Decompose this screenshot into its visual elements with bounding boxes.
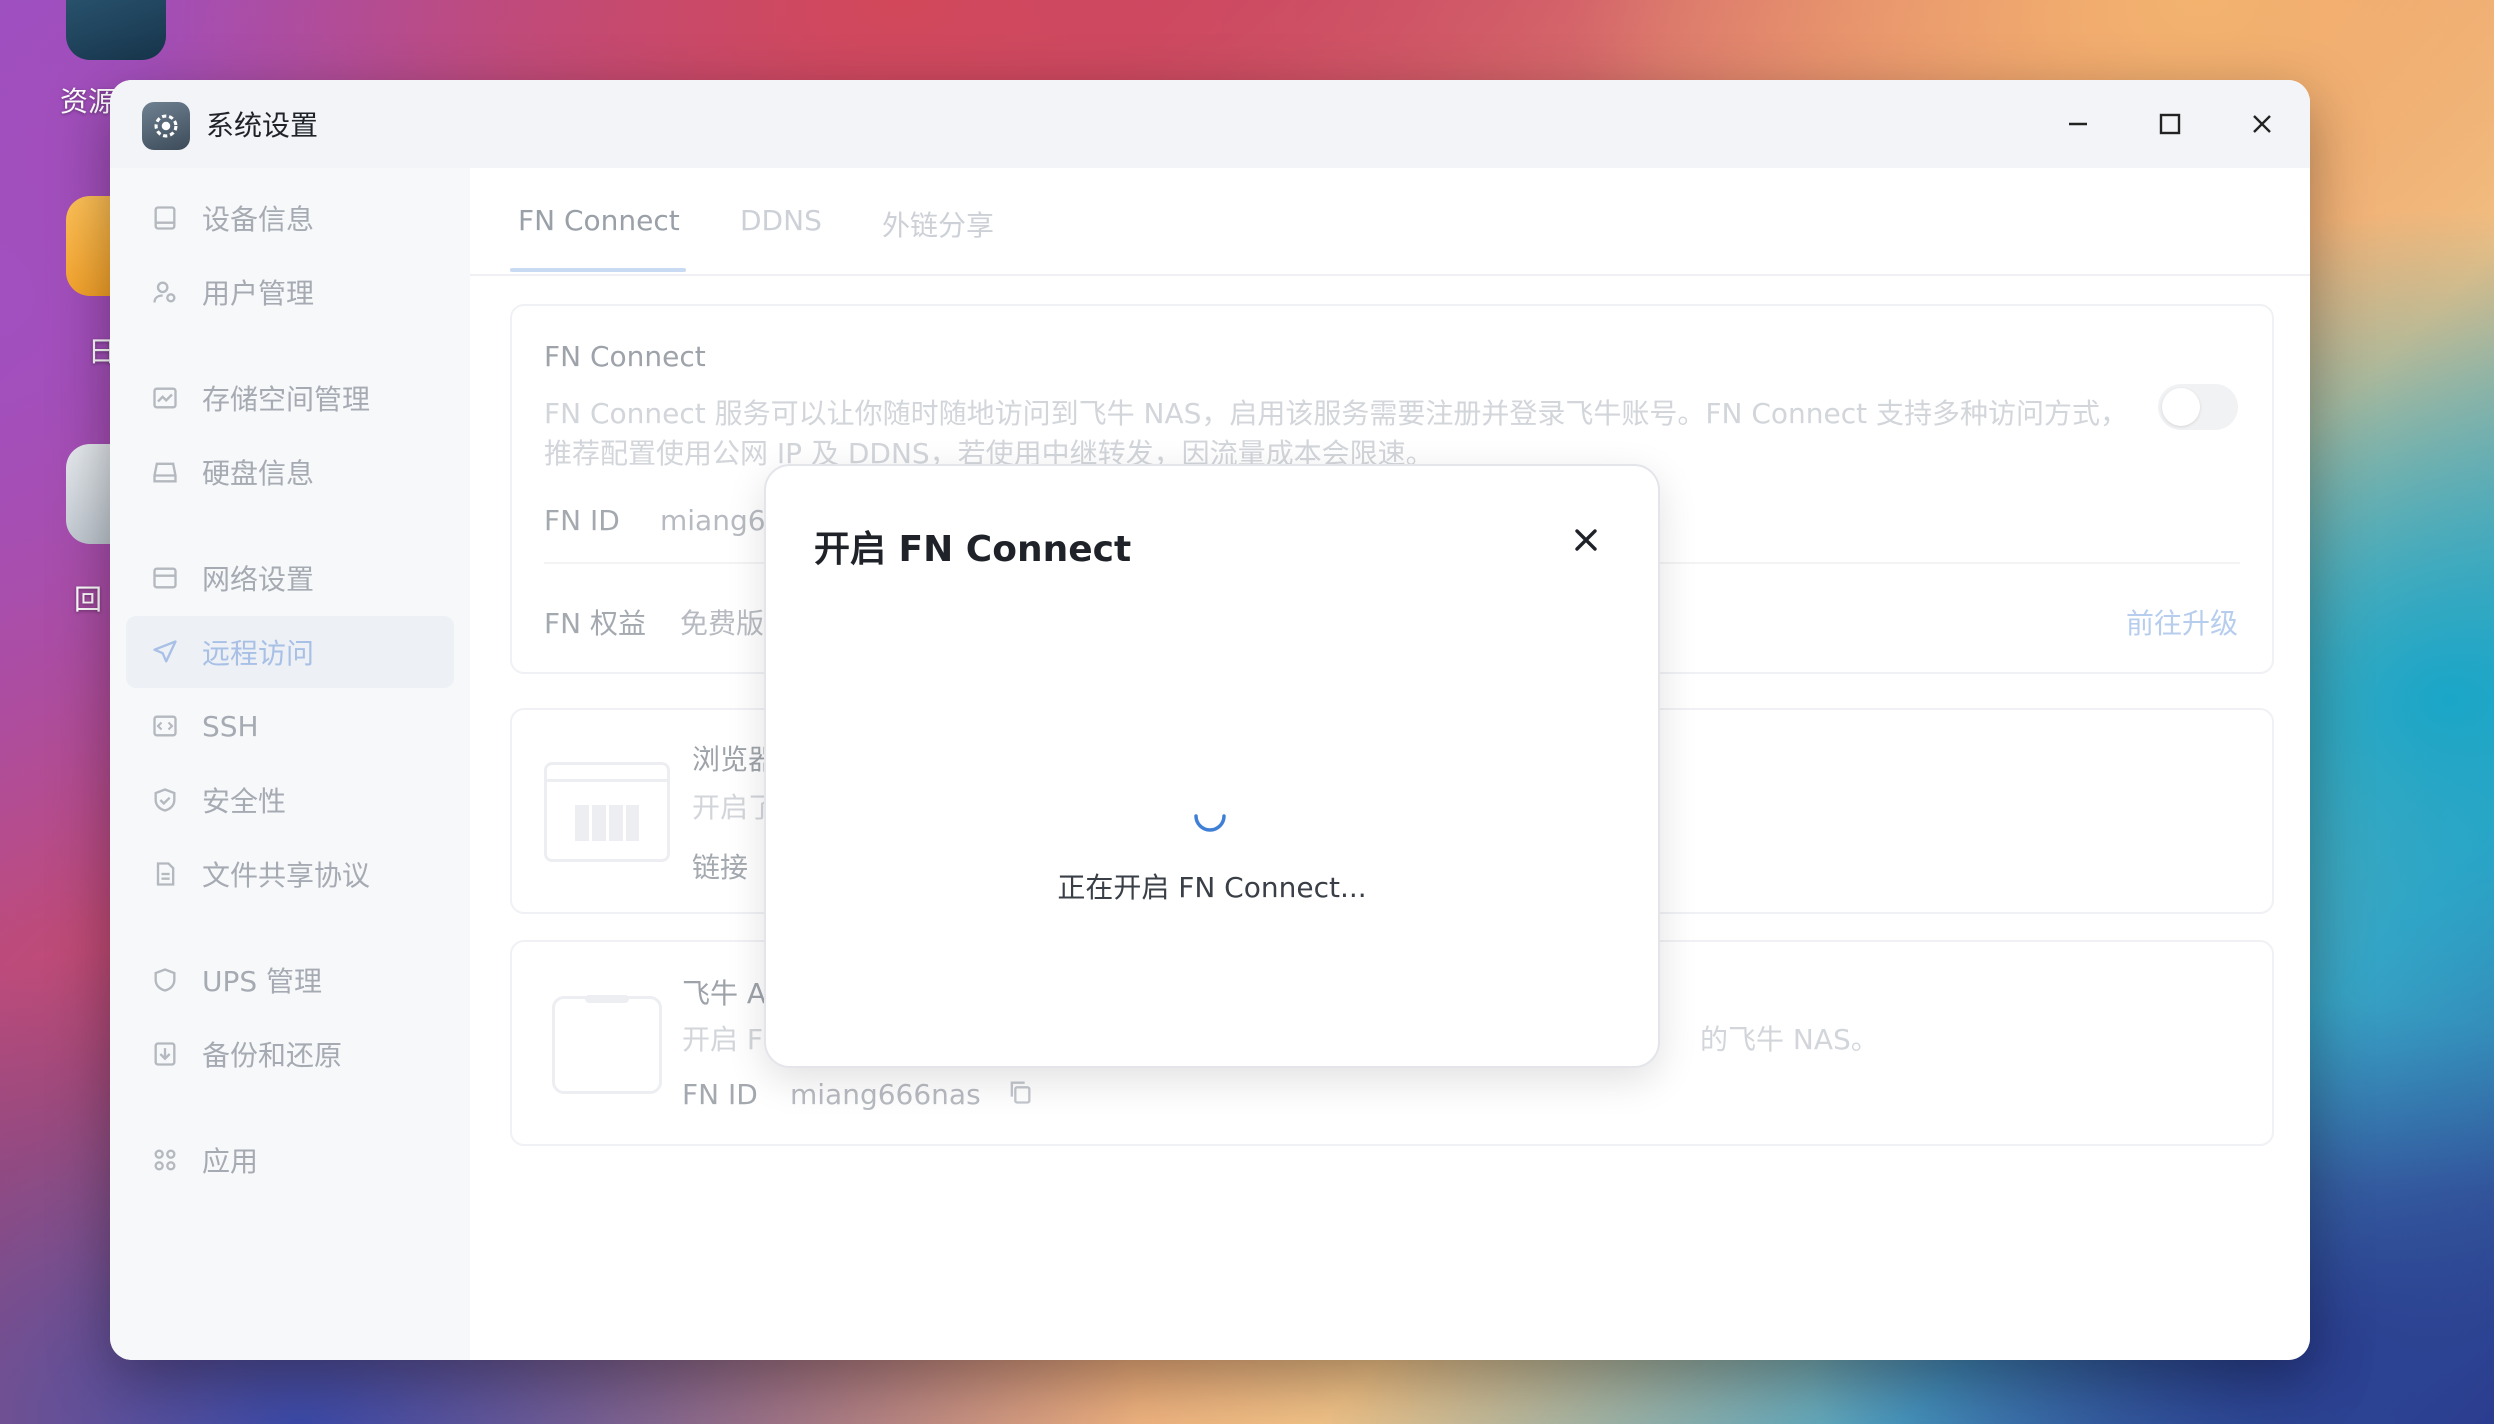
sidebar-item-network[interactable]: 网络设置 [126, 542, 454, 614]
shield-icon [148, 963, 182, 997]
sidebar-item-security[interactable]: 安全性 [126, 764, 454, 836]
sidebar-item-label: 安全性 [202, 785, 287, 818]
app-illustration-icon [552, 995, 662, 1094]
sidebar-item-label: UPS 管理 [202, 965, 323, 998]
fn-rights-label: FN 权益 [544, 607, 646, 640]
sidebar-item-disk[interactable]: 硬盘信息 [126, 436, 454, 508]
browser-illustration-icon [544, 762, 670, 862]
fn-rights-value: 免费版 [680, 607, 765, 640]
backup-icon [148, 1037, 182, 1071]
tab-active-indicator [510, 268, 686, 272]
sidebar-item-users[interactable]: 用户管理 [126, 256, 454, 328]
copy-icon [1010, 1081, 1031, 1104]
dialog-title: 开启 FN Connect [814, 529, 1132, 570]
fn-connect-toggle[interactable] [2158, 384, 2238, 430]
fn-id-label: FN ID [544, 504, 620, 537]
close-window-button[interactable] [2240, 102, 2284, 146]
sidebar-item-remote-access[interactable]: 远程访问 [126, 616, 454, 688]
tab-fn-connect[interactable]: FN Connect [518, 204, 680, 237]
sidebar-item-label: 应用 [202, 1145, 259, 1178]
sidebar-item-ups[interactable]: UPS 管理 [126, 944, 454, 1016]
shield-check-icon [148, 783, 182, 817]
sidebar-item-ssh[interactable]: SSH [126, 690, 454, 762]
device-icon [148, 201, 182, 235]
tab-ddns[interactable]: DDNS [740, 204, 822, 237]
settings-app-icon [142, 102, 190, 150]
code-icon [148, 709, 182, 743]
sidebar-item-label: 存储空间管理 [202, 383, 371, 416]
minimize-button[interactable] [2056, 102, 2100, 146]
apps-icon [148, 1143, 182, 1177]
sidebar-item-label: 设备信息 [202, 203, 315, 236]
window-title: 系统设置 [206, 109, 319, 142]
tab-bar: FN Connect DDNS 外链分享 [470, 168, 2310, 276]
sidebar-item-device-info[interactable]: 设备信息 [126, 182, 454, 254]
fn-connect-card-title: FN Connect [544, 340, 706, 373]
desktop-label-recycle: 回 [74, 583, 103, 616]
app-card-text-start: 开启 F [682, 1023, 764, 1056]
storage-icon [148, 381, 182, 415]
close-icon [1575, 529, 1597, 551]
dialog-status-text: 正在开启 FN Connect... [1057, 871, 1367, 904]
desktop-icon-resources[interactable] [66, 0, 166, 60]
sidebar-item-storage[interactable]: 存储空间管理 [126, 362, 454, 434]
user-icon [148, 275, 182, 309]
close-icon [2253, 115, 2271, 133]
fn-connect-description-line1: FN Connect 服务可以让你随时随地访问到飞牛 NAS，启用该服务需要注册… [544, 397, 2129, 430]
sidebar-item-label: 文件共享协议 [202, 859, 371, 892]
disk-icon [148, 455, 182, 489]
app-card-title: 飞牛 A [682, 977, 767, 1010]
sidebar-item-file-sharing[interactable]: 文件共享协议 [126, 838, 454, 910]
copy-fn-id-button[interactable] [1006, 1078, 1038, 1110]
network-icon [148, 561, 182, 595]
sidebar-item-apps[interactable]: 应用 [126, 1124, 454, 1196]
send-icon [148, 635, 182, 669]
app-fn-id-value: miang666nas [790, 1078, 981, 1111]
dialog-close-button[interactable] [1564, 518, 1608, 562]
tab-external-share[interactable]: 外链分享 [882, 204, 994, 244]
title-bar: 系统设置 [110, 80, 2310, 168]
enable-fn-connect-dialog: 开启 FN Connect 正在开启 FN Connect... [764, 464, 1660, 1068]
maximize-button[interactable] [2148, 102, 2192, 146]
sidebar-item-label: 远程访问 [202, 637, 315, 670]
sidebar-item-label: 用户管理 [202, 277, 315, 310]
sidebar-item-backup[interactable]: 备份和还原 [126, 1018, 454, 1090]
document-icon [148, 857, 182, 891]
upgrade-link[interactable]: 前往升级 [2126, 602, 2238, 642]
app-fn-id-label: FN ID [682, 1078, 758, 1111]
desktop-label-resources: 资源 [60, 85, 117, 118]
loading-spinner-icon [1194, 814, 1226, 832]
app-card-text-end: 的飞牛 NAS。 [1700, 1023, 1879, 1056]
maximize-icon [2159, 113, 2181, 135]
minimize-icon [2069, 122, 2087, 126]
sidebar-item-label: 硬盘信息 [202, 457, 315, 490]
toggle-knob [2162, 388, 2200, 426]
sidebar-item-label: SSH [202, 709, 259, 743]
browser-link-label: 链接 [692, 851, 749, 884]
sidebar-item-label: 备份和还原 [202, 1039, 343, 1072]
sidebar-item-label: 网络设置 [202, 563, 315, 596]
sidebar: 设备信息 用户管理 存储空间管理 硬盘信息 网络设置 远程访问 SSH 安全性 [110, 168, 470, 1360]
